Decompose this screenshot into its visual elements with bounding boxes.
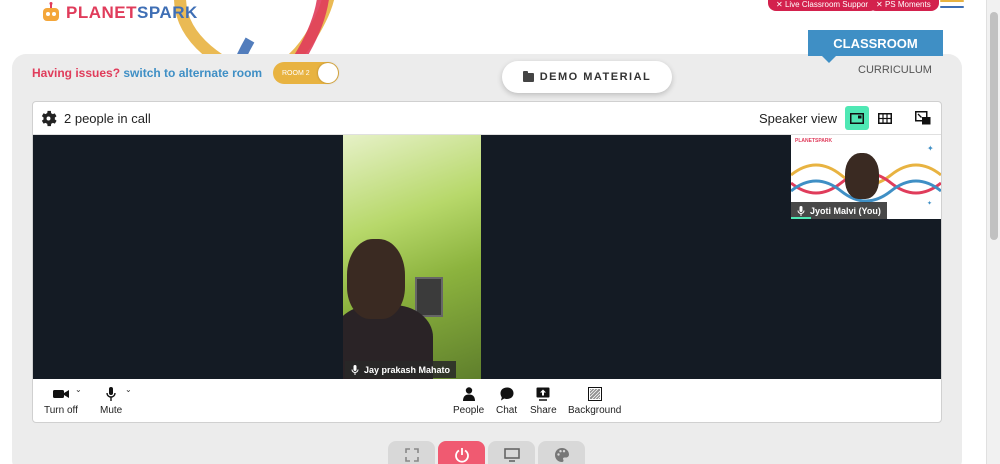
power-icon	[454, 448, 469, 463]
people-label: People	[453, 405, 485, 416]
fullscreen-button[interactable]	[388, 441, 435, 464]
microphone-icon	[106, 387, 116, 401]
palette-button[interactable]	[538, 441, 585, 464]
mute-button[interactable]: Mute ⌄	[100, 385, 132, 416]
video-call-window: 2 people in call Speaker view Jay prakas…	[32, 101, 942, 423]
toggle-knob	[318, 63, 338, 83]
tab-curriculum[interactable]: CURRICULUM	[858, 64, 932, 76]
turn-off-camera-button[interactable]: Turn off ⌄	[44, 385, 82, 416]
video-stage: Jay prakash Mahato PLANETSPARK ✦ ✦ Jyoti…	[33, 135, 941, 379]
person-icon	[462, 387, 475, 401]
scrollbar-thumb[interactable]	[990, 12, 998, 240]
chat-label: Chat	[496, 405, 518, 416]
main-participant-video[interactable]	[343, 135, 481, 379]
self-participant-face	[845, 153, 879, 199]
robot-logo-icon	[43, 2, 59, 21]
background-button[interactable]: Background	[568, 387, 621, 416]
share-button[interactable]: Share	[530, 387, 557, 416]
share-screen-icon	[536, 387, 550, 401]
logo-text: PLANETSPARK	[66, 3, 198, 22]
wall-background	[415, 277, 443, 317]
page-scrollbar[interactable]	[986, 0, 1000, 464]
mic-icon	[351, 364, 359, 375]
people-button[interactable]: People	[453, 387, 484, 416]
monitor-icon	[503, 448, 520, 462]
mic-icon	[797, 205, 805, 216]
svg-text:✦: ✦	[927, 144, 934, 153]
picture-in-picture-button[interactable]	[911, 106, 935, 130]
live-classroom-support-button[interactable]: ✕ Live Classroom Support	[768, 0, 879, 11]
background-pattern-icon	[587, 387, 602, 401]
planetspark-logo[interactable]: PLANETSPARK	[40, 0, 198, 26]
chat-bubble-icon	[500, 387, 514, 401]
room-toggle-label: ROOM 2	[282, 69, 310, 77]
people-count: 2 people in call	[64, 111, 151, 126]
demo-material-button[interactable]: DEMO MATERIAL	[502, 61, 672, 93]
issue-question: Having issues?	[32, 66, 121, 80]
demo-material-label: DEMO MATERIAL	[539, 71, 652, 83]
camera-options-chevron-icon[interactable]: ⌄	[75, 385, 82, 394]
gear-icon[interactable]	[40, 110, 57, 127]
participant-head	[347, 239, 405, 319]
alternate-room-prompt: Having issues? switch to alternate room	[32, 66, 262, 80]
self-video-tile[interactable]: PLANETSPARK ✦ ✦ Jyoti Malvi (You)	[791, 135, 941, 219]
end-class-button[interactable]	[438, 441, 485, 464]
mute-label: Mute	[100, 405, 123, 416]
background-label: Background	[568, 405, 622, 416]
hamburger-menu-icon[interactable]	[940, 0, 964, 12]
grid-layout-icon	[878, 112, 892, 124]
main-participant-name: Jay prakash Mahato	[364, 364, 451, 375]
ps-moments-button[interactable]: ✕ PS Moments	[868, 0, 939, 11]
turn-off-label: Turn off	[44, 405, 78, 416]
palette-icon	[554, 448, 569, 462]
main-participant-name-tag: Jay prakash Mahato	[345, 361, 457, 378]
picture-in-picture-icon	[915, 111, 931, 125]
call-top-bar: 2 people in call Speaker view	[33, 102, 941, 135]
screen-button[interactable]	[488, 441, 535, 464]
switch-room-link[interactable]: switch to alternate room	[123, 66, 262, 80]
tab-classroom[interactable]: CLASSROOM	[808, 30, 943, 63]
grid-view-button[interactable]	[873, 106, 897, 130]
folder-icon	[522, 70, 534, 82]
mic-options-chevron-icon[interactable]: ⌄	[125, 385, 132, 394]
self-participant-name: Jyoti Malvi (You)	[810, 205, 881, 216]
call-controls-bar: Turn off ⌄ Mute ⌄ People Chat Share Back…	[33, 379, 941, 423]
speaker-view-button[interactable]	[845, 106, 869, 130]
video-camera-icon	[52, 390, 69, 398]
svg-text:✦: ✦	[927, 200, 932, 207]
speaker-layout-icon	[850, 112, 864, 124]
share-label: Share	[530, 405, 557, 416]
expand-icon	[404, 448, 419, 462]
chat-button[interactable]: Chat	[496, 387, 517, 416]
room-toggle[interactable]: ROOM 2	[273, 62, 339, 84]
speaker-view-label: Speaker view	[759, 111, 838, 126]
self-audio-indicator	[791, 217, 811, 219]
